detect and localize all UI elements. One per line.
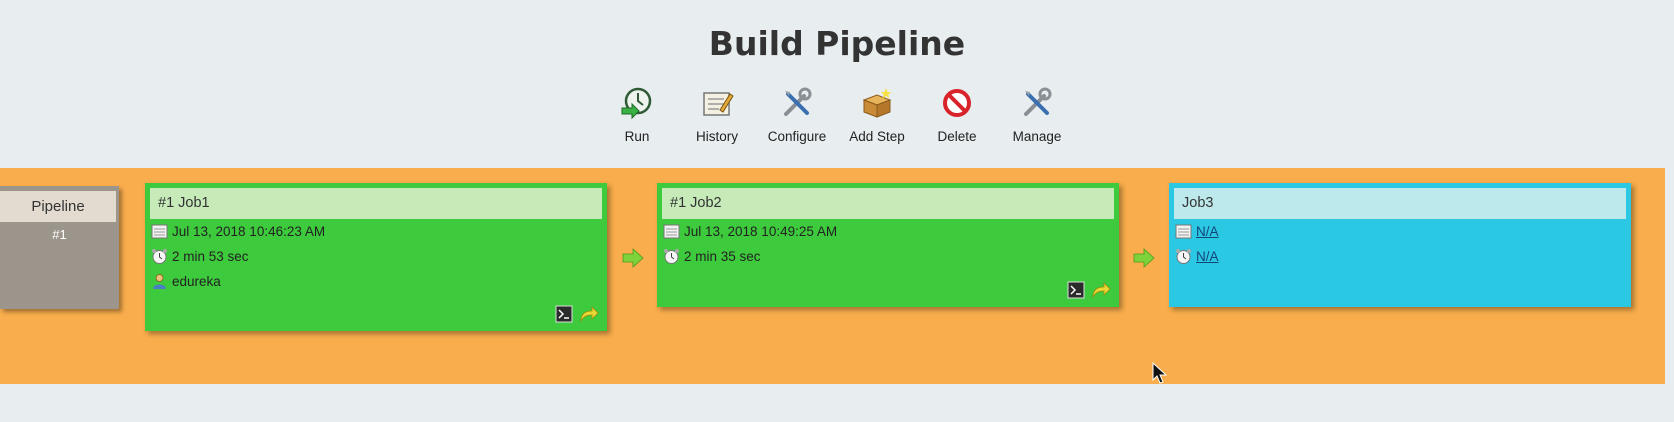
pipeline-toolbar: Run History Configure Add Step Delete Ma…	[0, 86, 1674, 144]
console-icon[interactable]	[555, 305, 573, 323]
pipeline-header-box: Pipeline #1	[0, 186, 119, 309]
job-title[interactable]: Job3	[1174, 188, 1626, 219]
delete-label: Delete	[937, 129, 977, 144]
configure-button[interactable]: Configure	[757, 86, 837, 144]
mouse-cursor-icon	[1152, 362, 1168, 384]
pipeline-number[interactable]: #1	[0, 227, 119, 242]
add-step-icon	[862, 88, 892, 118]
job-date-row: Jul 13, 2018 10:49:25 AM	[663, 219, 1119, 244]
rerun-icon[interactable]	[579, 305, 599, 323]
job-date: Jul 13, 2018 10:46:23 AM	[172, 224, 326, 239]
run-icon	[621, 87, 652, 120]
configure-label: Configure	[767, 129, 827, 144]
calendar-icon	[1175, 224, 1192, 239]
rerun-icon[interactable]	[1091, 281, 1111, 299]
run-label: Run	[624, 129, 650, 144]
clock-icon	[1176, 249, 1191, 264]
manage-icon	[1024, 87, 1052, 116]
job-duration-row: 2 min 53 sec	[151, 244, 607, 269]
run-button[interactable]: Run	[597, 86, 677, 144]
clock-icon	[152, 249, 167, 264]
job-date-row: N/A	[1175, 219, 1631, 244]
add-step-label: Add Step	[849, 129, 905, 144]
job-title[interactable]: #1 Job1	[150, 188, 602, 219]
pipeline-band: Pipeline #1 #1 Job1 Jul 13, 2018 10:46:2…	[0, 168, 1665, 384]
job-card-job2[interactable]: #1 Job2 Jul 13, 2018 10:49:25 AM 2 min 3…	[657, 183, 1119, 307]
history-label: History	[695, 129, 738, 144]
flow-arrow-icon	[1133, 248, 1155, 268]
job-user-row: edureka	[151, 269, 607, 294]
history-button[interactable]: History	[677, 86, 757, 144]
job-duration: 2 min 53 sec	[172, 249, 249, 264]
job-title[interactable]: #1 Job2	[662, 188, 1114, 219]
configure-icon	[784, 87, 812, 116]
calendar-icon	[663, 224, 680, 239]
flow-arrow-icon	[622, 248, 644, 268]
job-actions	[555, 305, 599, 323]
manage-button[interactable]: Manage	[997, 86, 1077, 144]
job-duration: 2 min 35 sec	[684, 249, 761, 264]
pipeline-label: Pipeline	[0, 191, 116, 222]
user-icon	[153, 274, 166, 289]
job-actions	[1067, 281, 1111, 299]
clock-icon	[664, 249, 679, 264]
job-card-job1[interactable]: #1 Job1 Jul 13, 2018 10:46:23 AM 2 min 5…	[145, 183, 607, 331]
delete-button[interactable]: Delete	[917, 86, 997, 144]
job-user: edureka	[172, 274, 221, 289]
job-date: Jul 13, 2018 10:49:25 AM	[684, 224, 838, 239]
job-date-row: Jul 13, 2018 10:46:23 AM	[151, 219, 607, 244]
job-duration-link[interactable]: N/A	[1196, 249, 1219, 264]
calendar-icon	[151, 224, 168, 239]
job-duration-row: N/A	[1175, 244, 1631, 269]
job-duration-row: 2 min 35 sec	[663, 244, 1119, 269]
manage-label: Manage	[1012, 129, 1062, 144]
page-title: Build Pipeline	[708, 24, 966, 63]
job-card-job3[interactable]: Job3 N/A N/A	[1169, 183, 1631, 307]
history-icon	[703, 92, 734, 116]
job-date-link[interactable]: N/A	[1196, 224, 1219, 239]
delete-icon	[943, 89, 971, 117]
add-step-button[interactable]: Add Step	[837, 86, 917, 144]
console-icon[interactable]	[1067, 281, 1085, 299]
